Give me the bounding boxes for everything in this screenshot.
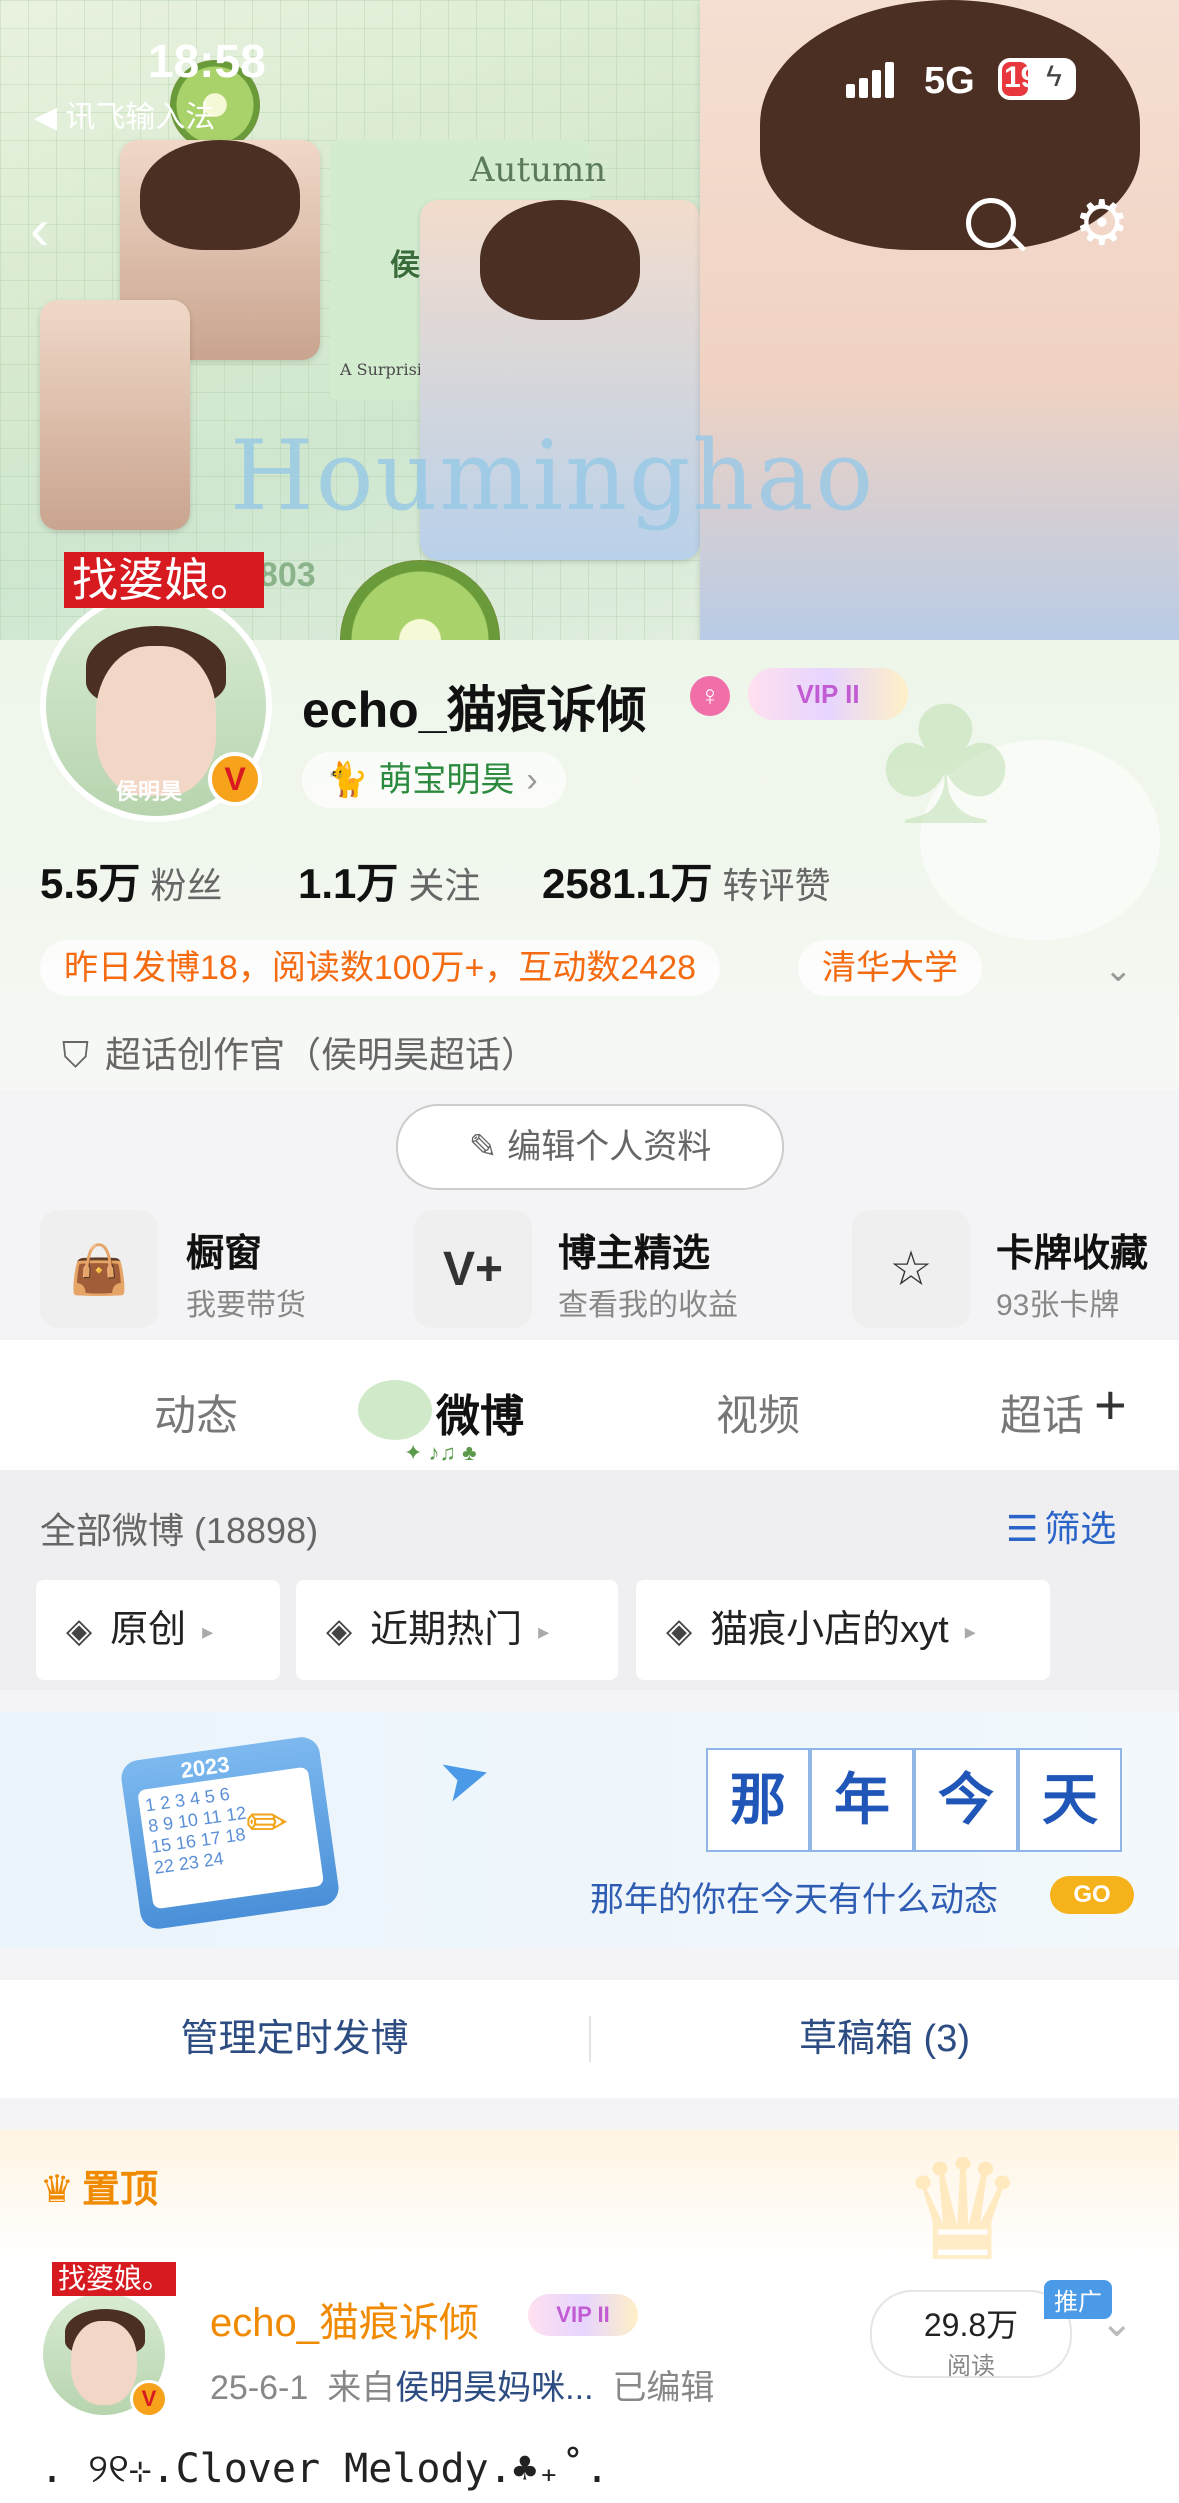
back-arrow-icon[interactable]: ‹	[30, 196, 49, 263]
title-char: 年	[810, 1748, 914, 1852]
banner-watermark-text: Houminghao	[230, 420, 876, 532]
filter-label: 筛选	[1044, 1508, 1117, 1549]
title-char: 今	[914, 1748, 1018, 1852]
chevron-right-icon: ›	[526, 761, 538, 799]
crown-icon: ♛	[40, 2169, 75, 2211]
charging-icon: ϟ	[1046, 60, 1062, 93]
read-count-button[interactable]: 29.8万 阅读	[870, 2290, 1072, 2380]
battery-icon: 19 ϟ	[998, 58, 1076, 100]
feature-title: 橱窗	[186, 1233, 263, 1275]
post-body[interactable]: . ୨୧⊹.Clover Melody.♣₊˚.	[40, 2446, 609, 2492]
chevron-down-icon[interactable]: ⌄	[1100, 2300, 1134, 2346]
tab-video[interactable]: 视频	[716, 1382, 800, 1443]
pencil-icon: ✎	[468, 1128, 498, 1166]
edit-profile-label: 编辑个人资料	[507, 1128, 712, 1166]
signal-strength-icon	[846, 62, 898, 98]
tab-activity[interactable]: 动态	[154, 1382, 238, 1443]
female-gender-icon: ♀	[690, 676, 730, 716]
feature-subtitle: 查看我的收益	[558, 1289, 738, 1322]
post-count-label: 全部微博 (18898)	[40, 1510, 319, 1551]
cat-icon: 🐈	[326, 761, 369, 799]
tab-weibo[interactable]: 微博	[436, 1380, 524, 1444]
post-avatar-tag: 找婆娘。	[52, 2262, 177, 2296]
crown-decoration: ♛	[900, 2132, 1026, 2289]
banner-autumn-label: Autumn	[470, 150, 607, 190]
shopping-bag-icon: 👜	[40, 1210, 158, 1328]
triangle-right-icon: ▸	[964, 1618, 976, 1644]
post-meta: 25-6-1 来自侯明昊妈咪... 已编辑	[210, 2369, 715, 2407]
verified-v-icon: V	[208, 752, 262, 806]
feature-title: 博主精选	[558, 1233, 711, 1275]
pinned-label: ♛ 置顶	[40, 2169, 159, 2211]
vip-badge[interactable]: VIP II	[748, 668, 908, 720]
title-char: 天	[1018, 1748, 1122, 1852]
go-button[interactable]: GO	[1050, 1876, 1134, 1914]
post-edited: 已编辑	[612, 2369, 715, 2407]
post-username[interactable]: echo_猫痕诉倾	[210, 2290, 479, 2348]
shield-icon: ⛉	[62, 1034, 90, 1075]
clover-mascot-icon	[358, 1380, 432, 1440]
verified-v-icon: V	[130, 2380, 168, 2418]
filter-icon: ☰	[1006, 1508, 1039, 1549]
feature-card-collection[interactable]: ☆ 卡牌收藏 93张卡牌	[852, 1210, 1179, 1330]
manage-scheduled-button[interactable]: 管理定时发博	[0, 1980, 589, 2098]
fan-club-name: 萌宝明昊	[378, 761, 515, 799]
pencil-icon: ✏	[246, 1795, 288, 1851]
post-date: 25-6-1	[210, 2369, 309, 2407]
triangle-right-icon: ▸	[202, 1618, 214, 1644]
activity-summary[interactable]: 昨日发博18，阅读数100万+，互动数2428	[40, 940, 721, 996]
feature-creator-picks[interactable]: V+ 博主精选 查看我的收益	[414, 1210, 814, 1330]
chip-shop[interactable]: ◈ 猫痕小店的xyt ▸	[636, 1580, 1050, 1680]
layers-icon: ◈	[326, 1612, 353, 1650]
battery-level: 19	[1004, 61, 1038, 94]
post-vip-badge: VIP II	[528, 2294, 638, 2336]
chevron-down-icon[interactable]: ⌄	[1104, 950, 1133, 990]
read-count-value: 29.8万	[923, 2307, 1019, 2343]
filter-button[interactable]: ☰ 筛选	[1006, 1500, 1116, 1552]
network-type: 5G	[924, 60, 975, 102]
supertopic-title[interactable]: ⛉ 超话创作官（侯明昊超话）	[62, 1026, 537, 1078]
layers-icon: ◈	[666, 1612, 693, 1650]
feature-subtitle: 93张卡牌	[996, 1289, 1120, 1322]
add-tab-icon[interactable]: +	[1094, 1372, 1127, 1437]
post-source[interactable]: 侯明昊妈咪...	[395, 2369, 593, 2407]
edit-profile-button[interactable]: ✎ 编辑个人资料	[396, 1104, 784, 1190]
read-count-label: 阅读	[947, 2353, 995, 2380]
card-star-icon: ☆	[852, 1210, 970, 1328]
avatar-label: 侯明昊	[116, 779, 183, 804]
drafts-button[interactable]: 草稿箱 (3)	[590, 1980, 1179, 2098]
stat-likes[interactable]: 2581.1万 转评赞	[542, 850, 830, 911]
photo-strip	[40, 300, 190, 530]
on-this-day-text: 那年的你在今天有什么动态	[590, 1880, 998, 1920]
fan-club-badge[interactable]: 🐈 萌宝明昊 ›	[302, 752, 566, 808]
layers-icon: ◈	[66, 1612, 93, 1650]
title-char: 那	[706, 1748, 810, 1852]
stat-following[interactable]: 1.1万 关注	[298, 850, 480, 911]
divider	[589, 2016, 591, 2062]
search-icon[interactable]	[966, 198, 1027, 252]
back-to-app-link[interactable]: ◀ 讯飞输入法	[34, 92, 215, 136]
username: echo_猫痕诉倾	[302, 682, 647, 738]
stat-followers[interactable]: 5.5万 粉丝	[40, 850, 222, 911]
feature-showcase[interactable]: 👜 橱窗 我要带货	[40, 1210, 410, 1330]
triangle-right-icon: ▸	[538, 1618, 550, 1644]
feature-subtitle: 我要带货	[186, 1289, 306, 1322]
v-plus-icon: V+	[414, 1210, 532, 1328]
music-notes-icon: ✦ ♪♫ ♣	[404, 1440, 477, 1465]
status-time: 18:58	[148, 35, 266, 87]
tab-supertopic[interactable]: 超话	[1000, 1382, 1086, 1443]
gear-icon[interactable]: ⚙	[1074, 186, 1130, 259]
calendar-illustration: 2023 1 2 3 4 5 68 9 10 11 12 15 16 17 18 2…	[119, 1734, 341, 1932]
avatar-tag: 找婆娘。	[64, 552, 264, 608]
chip-recent-hot[interactable]: ◈ 近期热门 ▸	[296, 1580, 618, 1680]
chip-original[interactable]: ◈ 原创 ▸	[36, 1580, 280, 1680]
school-badge[interactable]: 清华大学	[798, 940, 982, 996]
supertopic-title-label: 超话创作官（侯明昊超话）	[105, 1034, 538, 1075]
feature-title: 卡牌收藏	[996, 1233, 1149, 1275]
